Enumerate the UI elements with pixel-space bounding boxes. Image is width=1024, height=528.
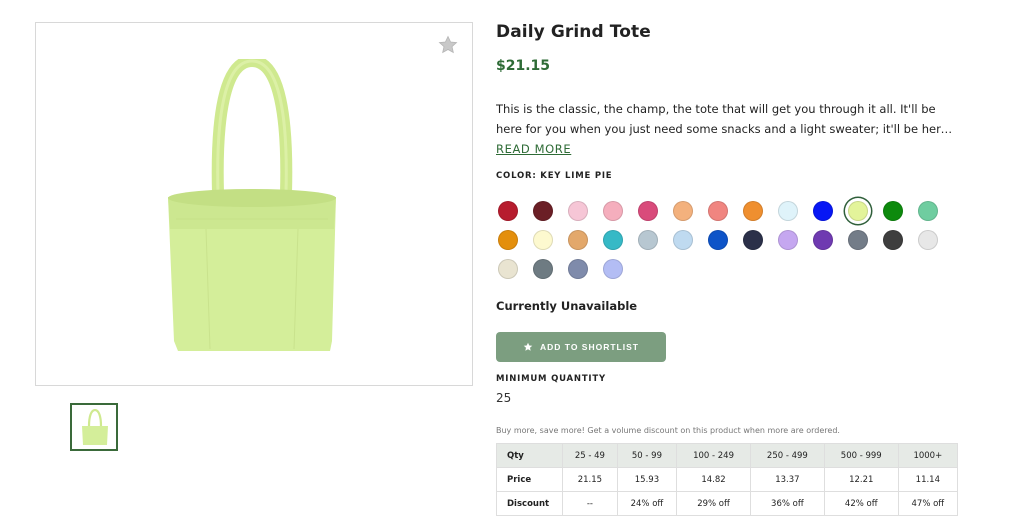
table-cell: Price — [496, 467, 563, 492]
table-header-row: Qty 25 - 49 50 - 99 100 - 249 250 - 499 … — [496, 443, 959, 468]
table-cell: 250 - 499 — [749, 443, 825, 468]
color-swatch[interactable] — [603, 259, 623, 279]
color-swatch[interactable] — [498, 230, 518, 250]
star-icon — [523, 342, 533, 351]
color-swatch[interactable] — [568, 201, 588, 221]
color-swatch[interactable] — [638, 201, 658, 221]
color-swatch[interactable] — [603, 201, 623, 221]
color-swatch[interactable] — [918, 230, 938, 250]
table-cell: 36% off — [749, 491, 825, 516]
product-info-panel: Daily Grind Tote $21.15 This is the clas… — [496, 22, 966, 516]
color-swatch[interactable] — [498, 201, 518, 221]
color-swatch[interactable] — [708, 230, 728, 250]
tote-thumbnail-icon — [82, 409, 108, 445]
color-swatch[interactable] — [813, 201, 833, 221]
table-cell: 11.14 — [897, 467, 959, 492]
table-cell: 1000+ — [897, 443, 959, 468]
table-row: Price 21.15 15.93 14.82 13.37 12.21 11.1… — [496, 467, 959, 492]
table-cell: 24% off — [616, 491, 678, 516]
read-more-link[interactable]: READ MORE — [496, 139, 571, 159]
table-cell: 14.82 — [676, 467, 751, 492]
color-swatch[interactable] — [498, 259, 518, 279]
color-swatch[interactable] — [918, 201, 938, 221]
color-swatch[interactable] — [778, 230, 798, 250]
color-swatch[interactable] — [883, 230, 903, 250]
color-swatch[interactable] — [743, 230, 763, 250]
color-swatch[interactable] — [533, 259, 553, 279]
description-text: This is the classic, the champ, the tote… — [496, 102, 948, 136]
table-cell: 500 - 999 — [823, 443, 899, 468]
table-cell: 47% off — [897, 491, 959, 516]
color-swatch[interactable] — [673, 201, 693, 221]
table-cell: Qty — [496, 443, 563, 468]
table-cell: 21.15 — [562, 467, 618, 492]
color-swatch[interactable] — [883, 201, 903, 221]
product-title: Daily Grind Tote — [496, 22, 651, 42]
color-swatch[interactable] — [848, 201, 868, 221]
minimum-quantity-value: 25 — [496, 391, 512, 405]
table-cell: 42% off — [823, 491, 899, 516]
table-row: Discount -- 24% off 29% off 36% off 42% … — [496, 491, 959, 516]
table-cell: 29% off — [676, 491, 751, 516]
color-swatch[interactable] — [708, 201, 728, 221]
table-cell: 25 - 49 — [562, 443, 618, 468]
color-swatch[interactable] — [813, 230, 833, 250]
add-to-shortlist-button[interactable]: ADD TO SHORTLIST — [496, 332, 666, 362]
availability-status: Currently Unavailable — [496, 299, 638, 313]
product-main-image — [35, 22, 473, 386]
volume-discount-note: Buy more, save more! Get a volume discou… — [496, 426, 840, 435]
table-cell: 13.37 — [749, 467, 825, 492]
tote-bag-image — [168, 59, 336, 351]
color-swatch[interactable] — [848, 230, 868, 250]
table-cell: Discount — [496, 491, 563, 516]
color-swatch[interactable] — [533, 230, 553, 250]
color-label: COLOR: KEY LIME PIE — [496, 171, 613, 181]
product-description: This is the classic, the champ, the tote… — [496, 99, 958, 159]
star-icon[interactable] — [438, 35, 458, 55]
color-swatch[interactable] — [533, 201, 553, 221]
product-price: $21.15 — [496, 58, 551, 74]
table-cell: 15.93 — [616, 467, 678, 492]
color-swatch[interactable] — [568, 259, 588, 279]
volume-pricing-table: Qty 25 - 49 50 - 99 100 - 249 250 - 499 … — [496, 443, 959, 516]
table-cell: 100 - 249 — [676, 443, 751, 468]
table-cell: 50 - 99 — [616, 443, 678, 468]
color-swatch[interactable] — [638, 230, 658, 250]
color-swatch[interactable] — [778, 201, 798, 221]
product-thumbnail[interactable] — [70, 403, 118, 451]
table-cell: -- — [562, 491, 618, 516]
color-swatch[interactable] — [603, 230, 623, 250]
color-swatch[interactable] — [743, 201, 763, 221]
color-swatch[interactable] — [673, 230, 693, 250]
table-cell: 12.21 — [823, 467, 899, 492]
minimum-quantity-label: MINIMUM QUANTITY — [496, 374, 606, 384]
shortlist-button-label: ADD TO SHORTLIST — [540, 342, 639, 352]
color-swatch[interactable] — [568, 230, 588, 250]
